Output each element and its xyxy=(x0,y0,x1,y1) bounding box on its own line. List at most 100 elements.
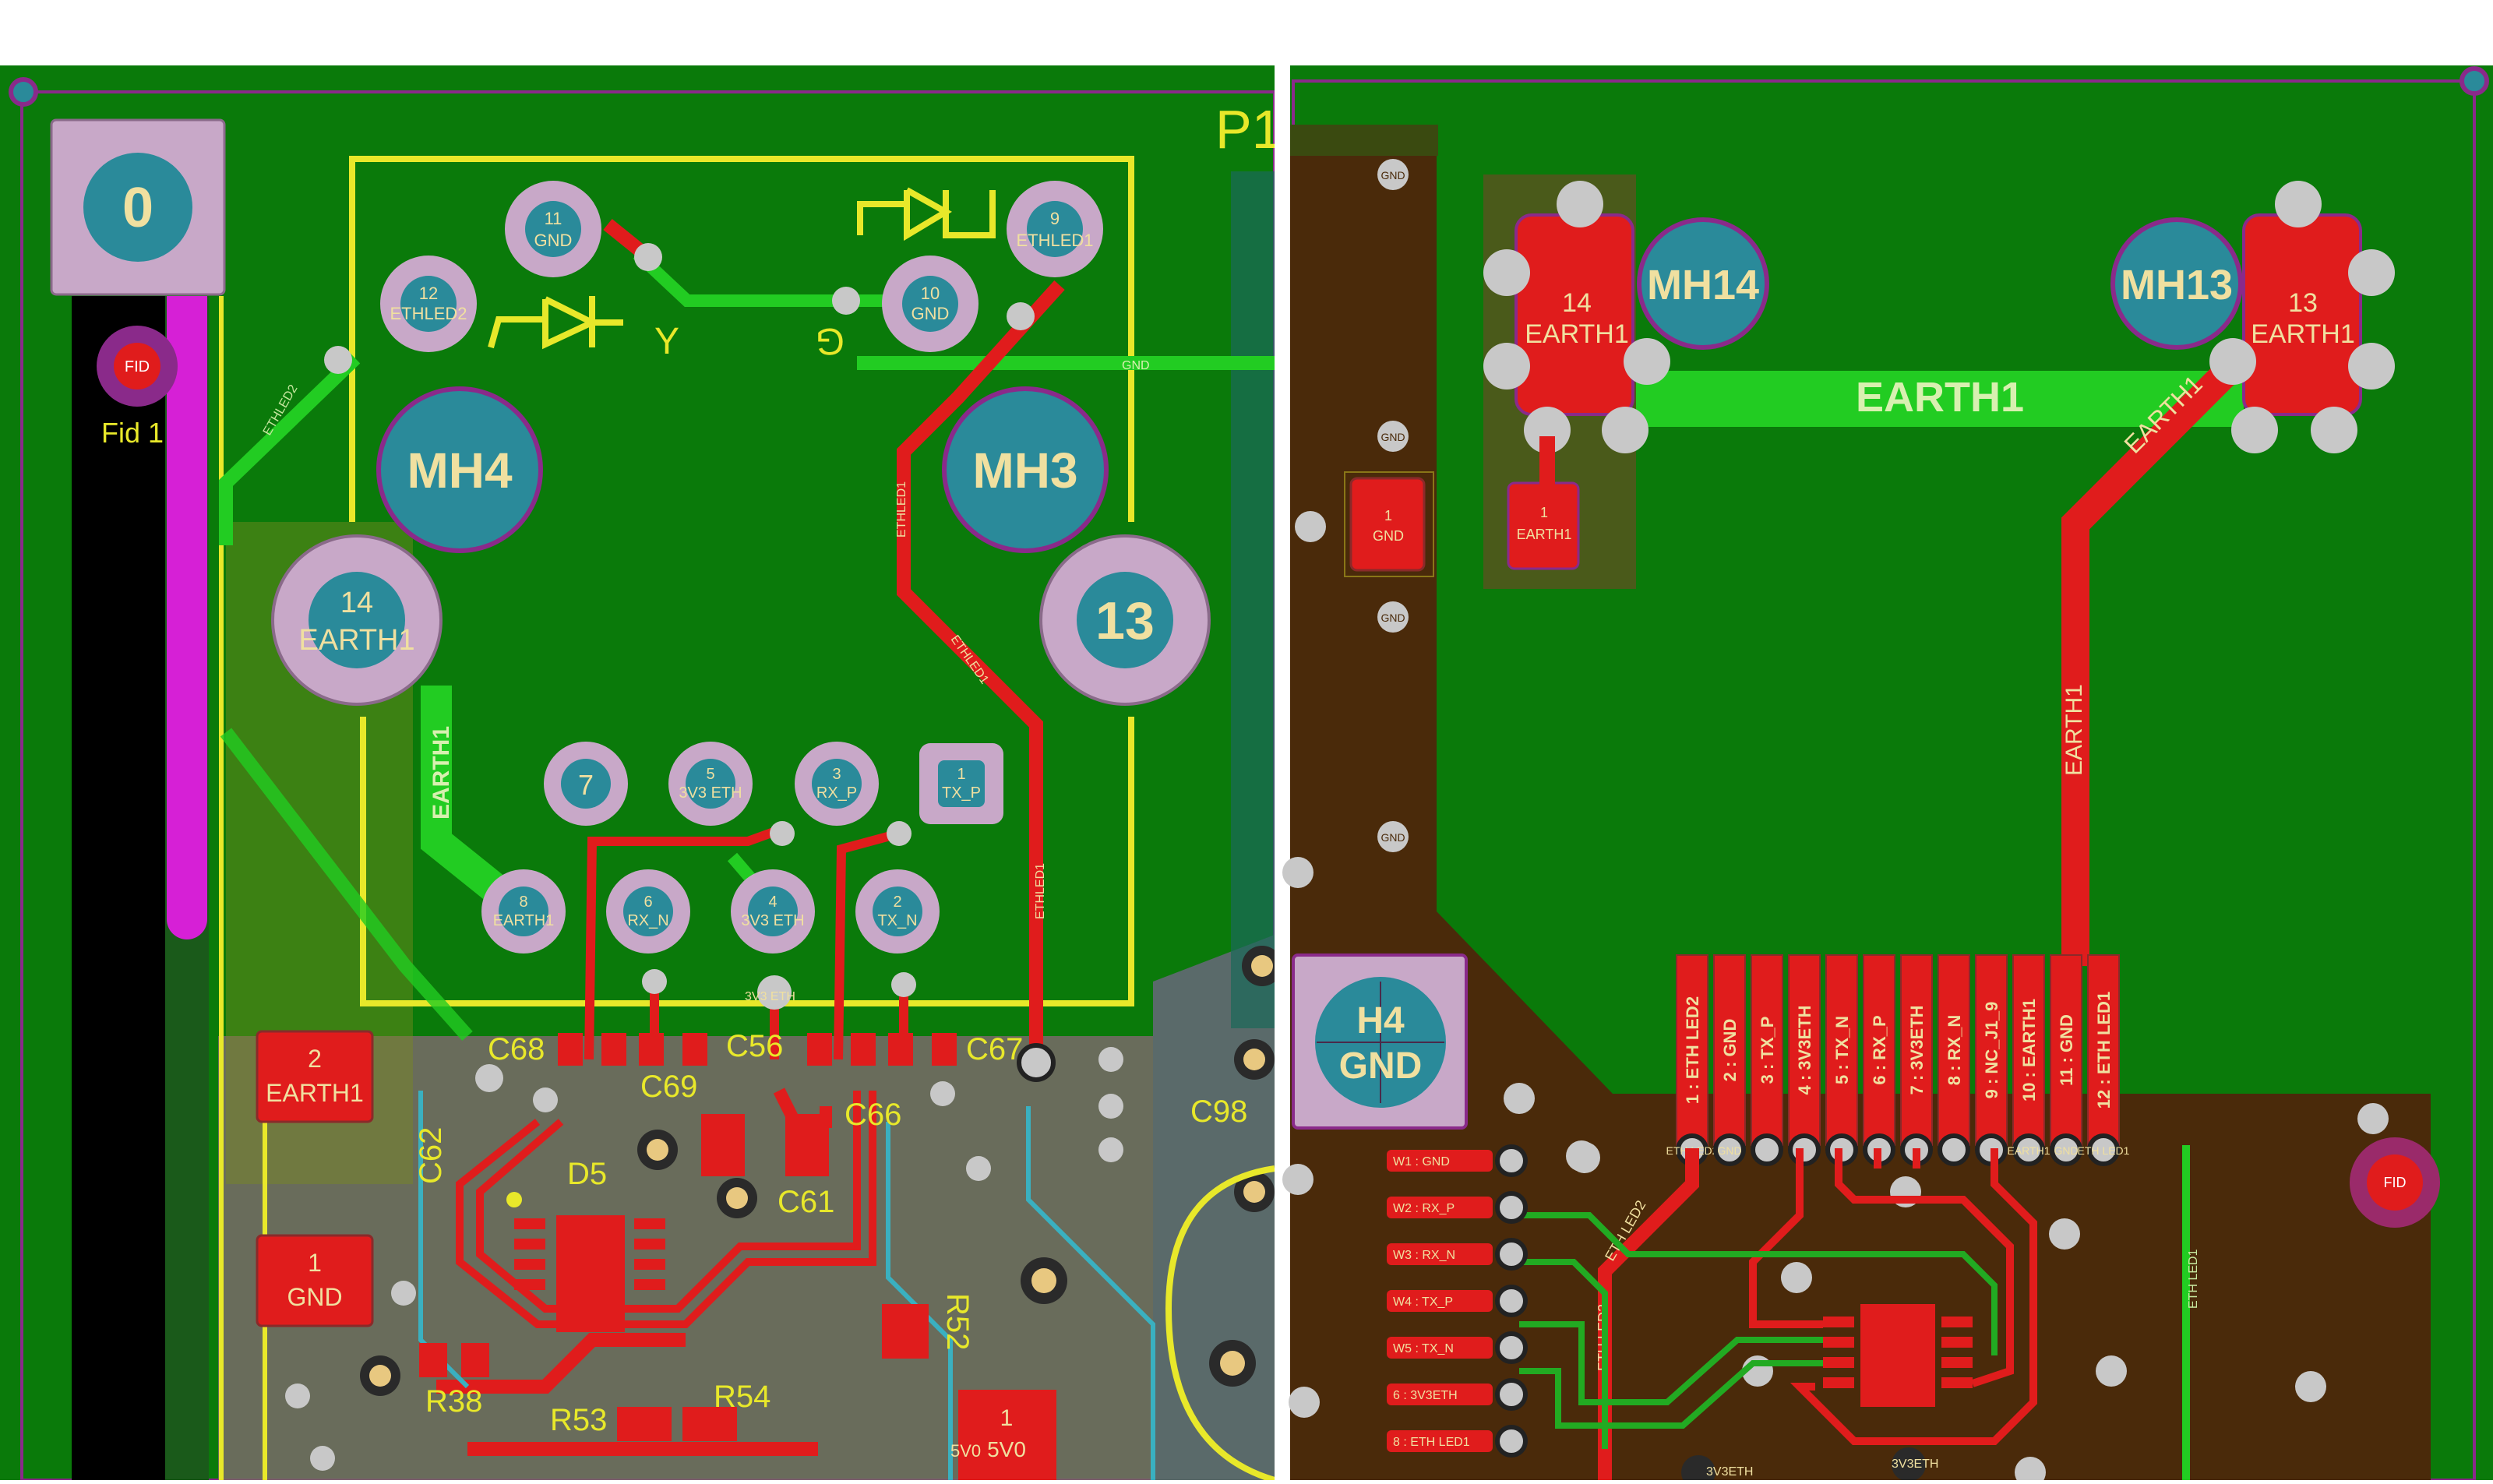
d5-pin[interactable] xyxy=(514,1239,545,1250)
gnd-via[interactable] xyxy=(1569,1142,1600,1173)
right-ic-body[interactable] xyxy=(1860,1304,1935,1407)
via[interactable] xyxy=(1098,1137,1123,1162)
wire-pad-via[interactable] xyxy=(1495,1144,1528,1177)
via[interactable] xyxy=(391,1281,416,1306)
cap-pad[interactable] xyxy=(888,1033,913,1066)
earth-via[interactable] xyxy=(2348,343,2395,390)
cap-pad[interactable] xyxy=(682,1033,707,1066)
cap-pad[interactable] xyxy=(807,1033,832,1066)
pcb-layout-view: 0 FID Fid 1 Y G MH4 MH3 13 14 EARTH1 11 … xyxy=(0,0,2493,1484)
via[interactable] xyxy=(930,1081,955,1106)
earth-via[interactable] xyxy=(1624,338,1670,385)
gnd-via-text: GND xyxy=(1380,169,1405,182)
d5-pin[interactable] xyxy=(514,1218,545,1229)
ethled1-trace-label: ETH LED1 xyxy=(2187,1249,2200,1309)
via[interactable] xyxy=(642,969,667,994)
ic-pin[interactable] xyxy=(1941,1357,1973,1368)
earth-via[interactable] xyxy=(1602,407,1648,453)
via[interactable] xyxy=(324,346,352,374)
earth-via[interactable] xyxy=(2348,249,2395,296)
r38-pad[interactable] xyxy=(419,1343,447,1377)
c61-pad[interactable] xyxy=(701,1114,745,1176)
via[interactable] xyxy=(634,243,662,271)
ic-pin[interactable] xyxy=(1941,1317,1973,1327)
cap-pad[interactable] xyxy=(932,1033,957,1066)
3v3eth-via-label-2: 3V3ETH xyxy=(1892,1458,1938,1471)
wire-pad-via[interactable] xyxy=(1495,1378,1528,1411)
earth-via[interactable] xyxy=(2231,407,2278,453)
d5-pin[interactable] xyxy=(514,1259,545,1270)
earth-via[interactable] xyxy=(2311,407,2357,453)
small-gnd-pad[interactable] xyxy=(1349,477,1426,572)
d5-pin[interactable] xyxy=(514,1279,545,1290)
d5-pin[interactable] xyxy=(634,1279,665,1290)
mh14-label: MH14 xyxy=(1647,262,1759,308)
via[interactable] xyxy=(533,1087,558,1112)
via[interactable] xyxy=(1098,1047,1123,1072)
cap-pad[interactable] xyxy=(601,1033,626,1066)
ic-pin[interactable] xyxy=(1823,1357,1854,1368)
connector-pin-via[interactable] xyxy=(1788,1133,1821,1166)
via[interactable] xyxy=(475,1064,503,1092)
r53-pad[interactable] xyxy=(617,1407,672,1441)
via[interactable] xyxy=(891,972,916,997)
gnd-via[interactable] xyxy=(1289,1387,1320,1418)
gnd-via[interactable] xyxy=(1282,1164,1313,1195)
via[interactable] xyxy=(1007,302,1035,330)
cap-pad[interactable] xyxy=(558,1033,583,1066)
gnd-via[interactable] xyxy=(1781,1262,1812,1293)
gnd-via-text: GND xyxy=(1380,612,1405,624)
5v0-via-core xyxy=(1220,1351,1245,1376)
r52-pad[interactable] xyxy=(882,1304,929,1359)
d5-pin[interactable] xyxy=(634,1218,665,1229)
d5-pin[interactable] xyxy=(634,1259,665,1270)
earth-via[interactable] xyxy=(1483,249,1530,296)
wire-pad-via[interactable] xyxy=(1495,1331,1528,1364)
r38-pad[interactable] xyxy=(461,1343,489,1377)
connector-pin-label: 7 : 3V3ETH xyxy=(1907,1006,1927,1095)
earth-via[interactable] xyxy=(2209,338,2256,385)
via[interactable] xyxy=(966,1156,991,1181)
c66-pad[interactable] xyxy=(785,1114,829,1176)
pin-2-net: TX_N xyxy=(877,912,917,929)
via[interactable] xyxy=(832,287,860,315)
pin-5-num: 5 xyxy=(706,766,714,783)
via[interactable] xyxy=(887,821,912,846)
earth-via[interactable] xyxy=(1557,181,1603,227)
d5-pin[interactable] xyxy=(634,1239,665,1250)
via[interactable] xyxy=(285,1384,310,1408)
gnd-via[interactable] xyxy=(2049,1218,2080,1250)
connector-pin-via[interactable] xyxy=(1751,1133,1783,1166)
via[interactable] xyxy=(770,821,795,846)
ic-pin[interactable] xyxy=(1823,1377,1854,1388)
ic-pin[interactable] xyxy=(1823,1337,1854,1348)
wire-pad-via[interactable] xyxy=(1495,1238,1528,1271)
gnd-via[interactable] xyxy=(2357,1103,2389,1134)
connector-pin-via[interactable] xyxy=(1938,1133,1970,1166)
right-panel[interactable]: EARTH1 EARTH1 EARTH1 14 EARTH1 13 EARTH1… xyxy=(1282,65,2493,1484)
gnd-via[interactable] xyxy=(1282,857,1313,888)
ic-pin[interactable] xyxy=(1823,1317,1854,1327)
pcb-canvas[interactable]: 0 FID Fid 1 Y G MH4 MH3 13 14 EARTH1 11 … xyxy=(0,0,2493,1484)
via[interactable] xyxy=(1098,1094,1123,1119)
earth-via[interactable] xyxy=(1483,343,1530,390)
earth-via[interactable] xyxy=(2275,181,2322,227)
corner-via-left xyxy=(9,77,38,107)
wire-pad-via[interactable] xyxy=(1495,1191,1528,1224)
mh4-label: MH4 xyxy=(407,442,513,499)
via[interactable] xyxy=(310,1446,335,1471)
ic-pin[interactable] xyxy=(1941,1377,1973,1388)
5v0-smd-pad[interactable] xyxy=(958,1390,1056,1480)
ic-pin[interactable] xyxy=(1941,1337,1973,1348)
left-panel[interactable]: 0 FID Fid 1 Y G MH4 MH3 13 14 EARTH1 11 … xyxy=(0,65,1282,1483)
via[interactable] xyxy=(1017,1043,1056,1082)
cap-pad[interactable] xyxy=(851,1033,876,1066)
wire-pad-via[interactable] xyxy=(1495,1285,1528,1317)
gnd-via[interactable] xyxy=(2096,1355,2127,1387)
gnd-via[interactable] xyxy=(2295,1371,2326,1402)
d5-ic-body[interactable] xyxy=(556,1215,625,1332)
wire-pad-via[interactable] xyxy=(1495,1425,1528,1458)
cap-pad[interactable] xyxy=(639,1033,664,1066)
gnd-via[interactable] xyxy=(1295,511,1326,542)
gnd-via[interactable] xyxy=(1504,1083,1535,1114)
